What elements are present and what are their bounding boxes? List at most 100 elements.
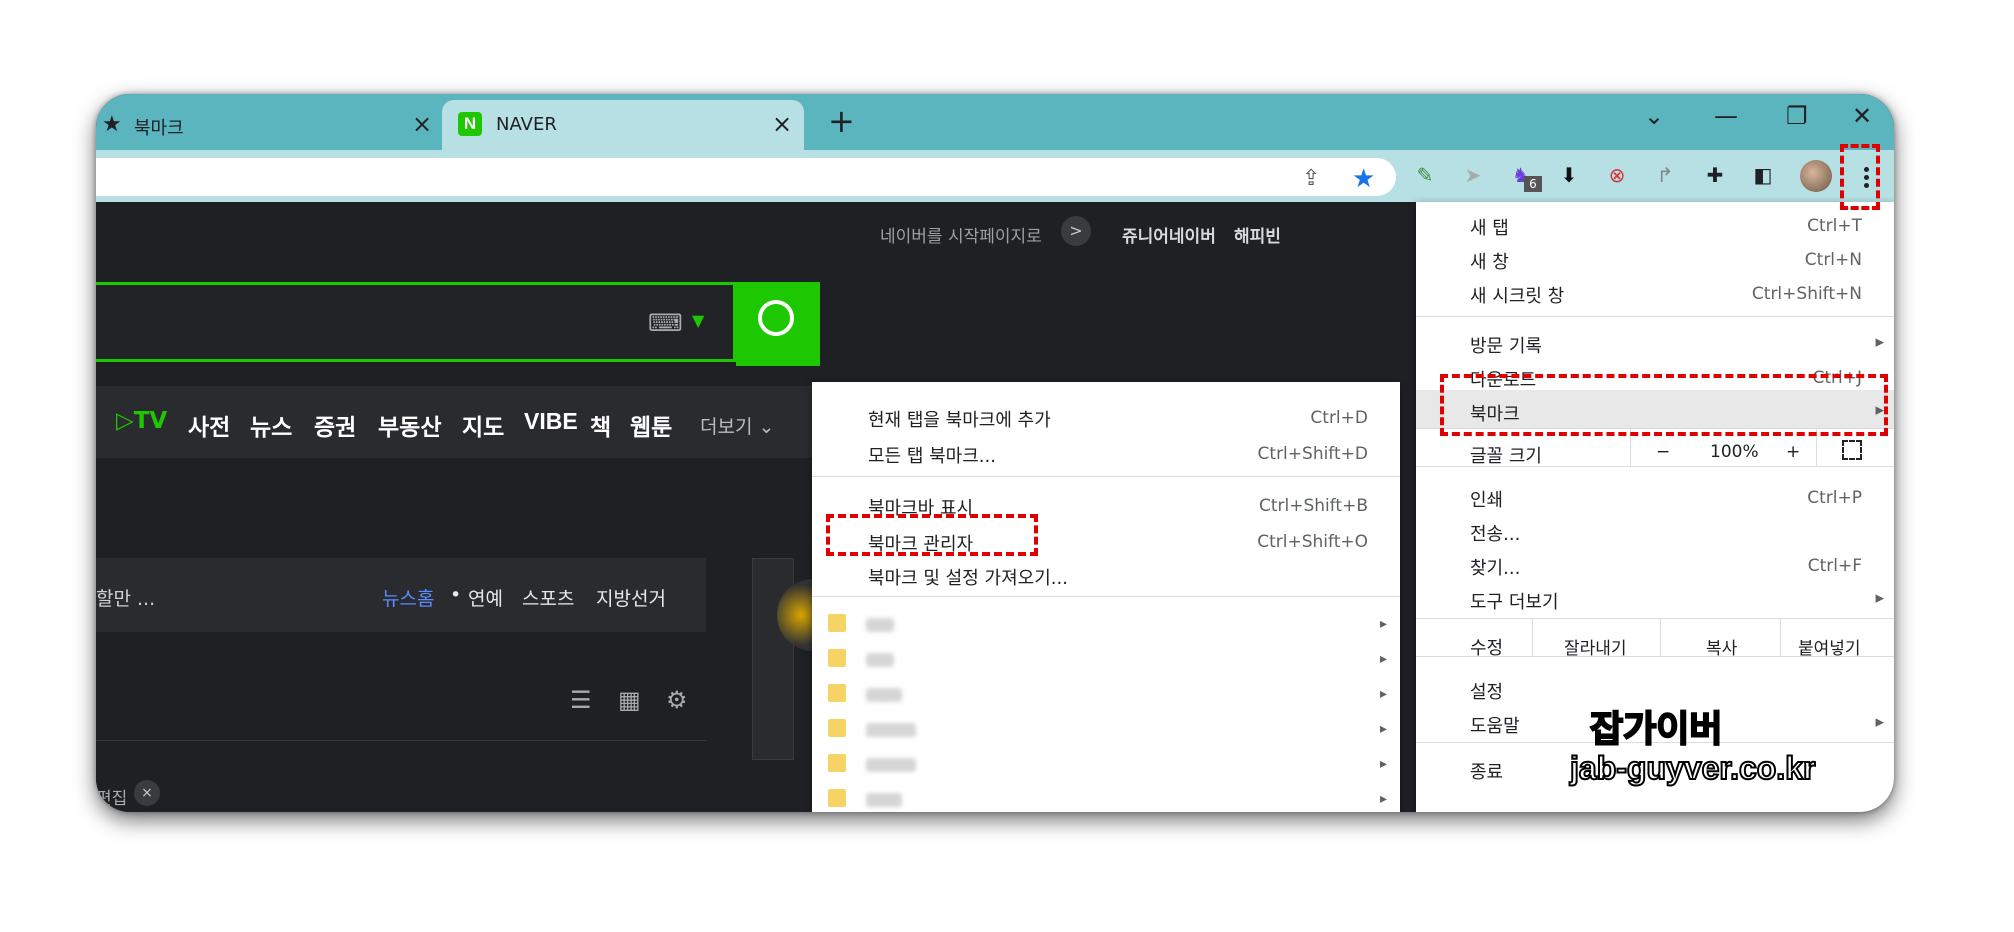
naver-logo-icon: N <box>458 112 482 136</box>
side-panel-icon[interactable]: ◧ <box>1750 162 1776 188</box>
tab-close-icon[interactable]: × <box>412 110 432 138</box>
menu-incognito[interactable]: 새 시크릿 창 <box>1470 282 1564 308</box>
nav-realestate[interactable]: 부동산 <box>378 408 441 442</box>
tab-close-icon[interactable]: × <box>772 110 792 138</box>
chevron-right-icon: ▸ <box>1380 756 1388 772</box>
folder-icon <box>828 719 846 737</box>
profile-card <box>752 558 817 760</box>
menu-cast[interactable]: 전송... <box>1470 520 1520 546</box>
fullscreen-icon[interactable] <box>1842 440 1862 460</box>
caret-down-icon[interactable]: ▼ <box>692 311 704 330</box>
tab-label: 북마크 <box>134 118 184 139</box>
menu-new-tab[interactable]: 새 탭 <box>1470 214 1509 240</box>
shortcut-label: Ctrl+Shift+D <box>1257 444 1368 464</box>
set-homepage-text[interactable]: 네이버를 시작페이지로 <box>880 222 1042 247</box>
card-avatar <box>777 579 817 651</box>
happybean-link[interactable]: 해피빈 <box>1234 222 1281 247</box>
nav-books[interactable]: 책 <box>590 408 611 442</box>
nav-stocks[interactable]: 증권 <box>314 408 356 442</box>
news-bar: 할만 ... 뉴스홈 • 연예 스포츠 지방선거 <box>96 558 706 632</box>
folder-icon <box>828 754 846 772</box>
menu-more-tools[interactable]: 도구 더보기 <box>1470 588 1559 614</box>
zoom-in-button[interactable]: + <box>1786 442 1800 462</box>
shortcut-label: Ctrl+N <box>1804 250 1862 270</box>
menu-font-size: 글꼴 크기 <box>1470 446 1542 467</box>
extension-download-icon[interactable]: ⬇ <box>1556 162 1582 188</box>
close-icon[interactable]: × <box>134 780 160 806</box>
extension-rings-icon[interactable]: ⊗ <box>1604 162 1630 188</box>
nav-tv[interactable]: ▷TV <box>116 408 167 434</box>
divider <box>96 740 706 741</box>
chevron-right-icon: ▸ <box>1380 791 1388 807</box>
shortcut-label: Ctrl+Shift+N <box>1751 284 1862 304</box>
news-headline[interactable]: 할만 ... <box>96 584 155 611</box>
shortcut-label: Ctrl+D <box>1310 408 1368 428</box>
nav-vibe[interactable]: VIBE <box>524 408 578 435</box>
tab-label: NAVER <box>496 114 557 135</box>
folder-icon <box>828 789 846 807</box>
search-button[interactable] <box>736 282 820 366</box>
watermark-url: jab-guyver.co.kr <box>1569 749 1816 787</box>
profile-avatar[interactable] <box>1800 160 1832 192</box>
nav-dictionary[interactable]: 사전 <box>188 408 230 442</box>
bookmark-all-tabs[interactable]: 모든 탭 북마크... <box>868 442 996 468</box>
shortcut-label: Ctrl+F <box>1807 556 1862 576</box>
chevron-right-icon: ▸ <box>1380 721 1388 737</box>
menu-new-window[interactable]: 새 창 <box>1470 248 1509 274</box>
news-entertainment-link[interactable]: 연예 <box>468 584 503 611</box>
share-icon[interactable]: ⇪ <box>1302 166 1320 191</box>
grid-view-icon[interactable]: ▦ <box>618 686 641 714</box>
menu-exit[interactable]: 종료 <box>1470 758 1503 784</box>
menu-print[interactable]: 인쇄 <box>1470 486 1503 512</box>
extension-arrow-icon[interactable]: ↱ <box>1652 162 1678 188</box>
new-tab-button[interactable]: + <box>828 102 855 140</box>
folder-icon <box>828 649 846 667</box>
shortcut-label: Ctrl+Shift+B <box>1258 496 1368 516</box>
search-icon <box>758 300 794 336</box>
junior-naver-link[interactable]: 쥬니어네이버 <box>1122 222 1216 247</box>
news-election-link[interactable]: 지방선거 <box>596 584 666 611</box>
annotation-highlight <box>826 514 1038 556</box>
zoom-out-button[interactable]: − <box>1656 442 1670 462</box>
nav-more[interactable]: 더보기 ⌄ <box>700 412 774 439</box>
menu-separator <box>1416 618 1894 619</box>
nav-news[interactable]: 뉴스 <box>250 408 292 442</box>
menu-separator <box>1416 466 1894 467</box>
nav-webtoon[interactable]: 웹툰 <box>630 408 672 442</box>
news-sports-link[interactable]: 스포츠 <box>522 584 574 611</box>
menu-separator <box>812 596 1400 597</box>
menu-help[interactable]: 도움말 <box>1470 712 1520 738</box>
chevron-right-icon[interactable]: > <box>1061 216 1091 246</box>
extension-eyedropper-icon[interactable]: ✎ <box>1412 162 1438 188</box>
extension-cursor-icon[interactable]: ➤ <box>1460 162 1486 188</box>
folder-icon <box>828 614 846 632</box>
menu-separator <box>812 476 1400 477</box>
search-input[interactable]: ⌨ ▼ <box>96 282 736 362</box>
star-icon: ★ <box>102 112 122 137</box>
extensions-puzzle-icon[interactable]: ✚ <box>1702 162 1728 188</box>
nav-map[interactable]: 지도 <box>462 408 504 442</box>
gear-icon[interactable]: ⚙ <box>666 686 688 714</box>
annotation-highlight <box>1840 144 1880 210</box>
address-bar[interactable]: ⇪ ★ <box>96 158 1396 196</box>
add-current-tab-bookmark[interactable]: 현재 탭을 북마크에 추가 <box>868 406 1051 432</box>
bookmark-submenu: 현재 탭을 북마크에 추가 Ctrl+D 모든 탭 북마크... Ctrl+Sh… <box>812 382 1400 812</box>
menu-separator <box>1416 316 1894 317</box>
keyboard-icon[interactable]: ⌨ <box>648 309 683 337</box>
list-view-icon[interactable]: ☰ <box>570 686 592 714</box>
separator-dot: • <box>450 584 462 606</box>
restore-button[interactable]: ❐ <box>1786 102 1808 130</box>
tab-naver[interactable]: N NAVER × <box>442 100 804 150</box>
edit-label[interactable]: 편집 <box>96 784 127 809</box>
menu-history[interactable]: 방문 기록 <box>1470 332 1542 358</box>
bookmark-star-icon[interactable]: ★ <box>1352 164 1375 194</box>
minimize-button[interactable]: — <box>1714 102 1738 130</box>
import-bookmarks[interactable]: 북마크 및 설정 가져오기... <box>868 564 1068 590</box>
tab-search-dropdown-icon[interactable]: ⌄ <box>1644 102 1664 130</box>
menu-find[interactable]: 찾기... <box>1470 554 1520 580</box>
menu-settings[interactable]: 설정 <box>1470 678 1503 704</box>
tab-bookmarks[interactable]: ★ 북마크 × <box>96 100 442 150</box>
annotation-highlight <box>1440 374 1888 436</box>
close-window-button[interactable]: ✕ <box>1852 102 1872 130</box>
news-home-link[interactable]: 뉴스홈 <box>382 584 434 611</box>
